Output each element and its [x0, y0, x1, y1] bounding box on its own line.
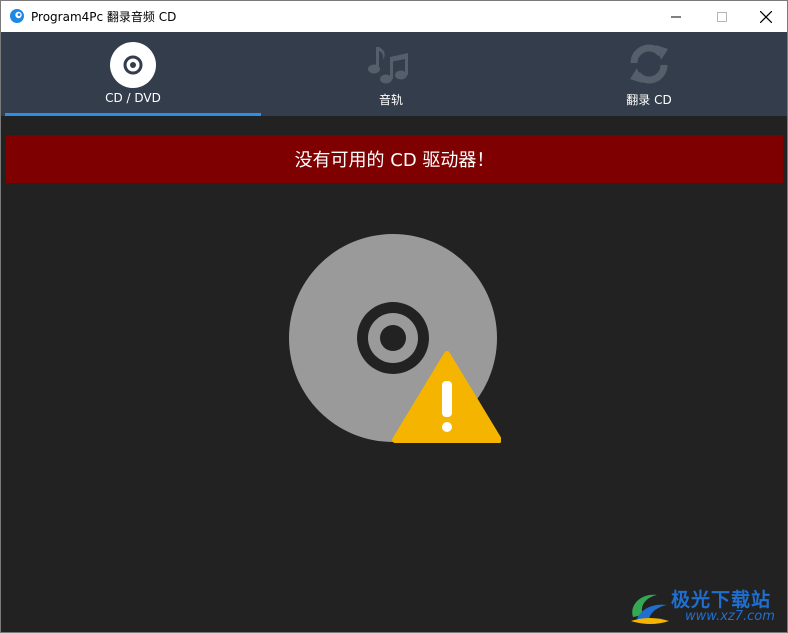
refresh-icon: [626, 41, 672, 91]
disc-warning-illustration: [287, 233, 502, 445]
disc-icon: [109, 41, 157, 93]
maximize-button[interactable]: [699, 1, 745, 32]
minimize-button[interactable]: [653, 1, 699, 32]
minimize-icon: [671, 12, 681, 22]
watermark: 极光下载站 www.xz7.com: [627, 581, 783, 629]
window-title: Program4Pc 翻录音频 CD: [31, 10, 177, 24]
music-notes-icon: [368, 41, 414, 91]
tab-tracks[interactable]: 音轨: [263, 32, 519, 116]
error-banner: 没有可用的 CD 驱动器！: [6, 135, 783, 183]
tab-label: 翻录 CD: [626, 93, 672, 107]
error-message: 没有可用的 CD 驱动器！: [294, 150, 495, 171]
tab-label: 音轨: [378, 93, 403, 107]
watermark-title: 极光下载站: [671, 589, 772, 611]
watermark-url: www.xz7.com: [685, 609, 775, 624]
disc-warning-icon: [287, 234, 502, 449]
tab-label: CD / DVD: [105, 91, 161, 105]
program4pc-logo-icon: [9, 8, 25, 24]
close-button[interactable]: [743, 1, 787, 32]
tab-rip-cd[interactable]: 翻录 CD: [521, 32, 777, 116]
title-bar: Program4Pc 翻录音频 CD: [1, 1, 787, 32]
tab-bar: CD / DVD 音轨 翻录 CD: [1, 32, 787, 116]
close-icon: [760, 10, 772, 23]
aurora-logo-icon: [627, 587, 671, 625]
tab-cd-dvd[interactable]: CD / DVD: [5, 32, 261, 116]
app-window: Program4Pc 翻录音频 CD CD / DVD 音轨 翻录 CD 没有可…: [0, 0, 788, 633]
maximize-icon: [717, 11, 727, 22]
active-tab-indicator: [5, 113, 261, 116]
